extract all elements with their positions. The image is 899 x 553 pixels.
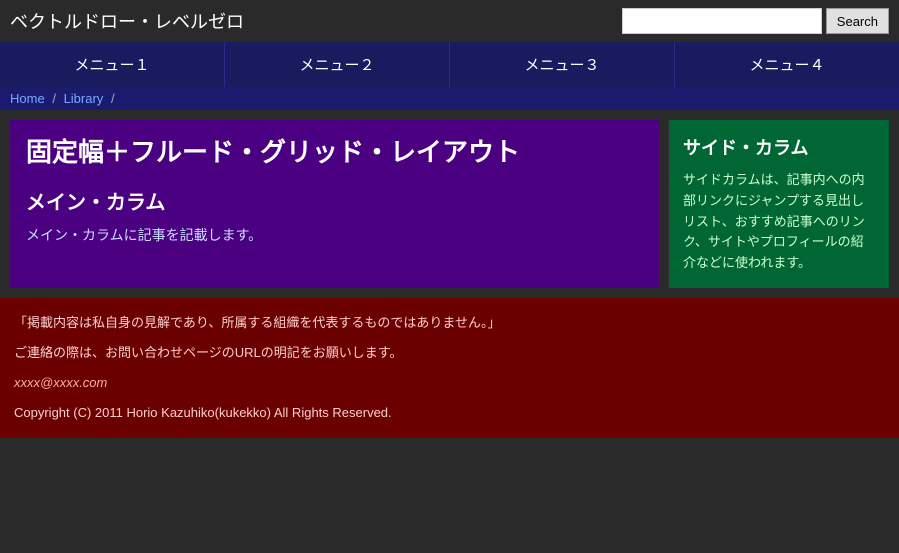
search-form: Search bbox=[622, 8, 889, 34]
breadcrumb: Home / Library / bbox=[0, 87, 899, 110]
footer-copyright: Copyright (C) 2011 Horio Kazuhiko(kukekk… bbox=[14, 400, 885, 426]
side-heading: サイド・カラム bbox=[683, 134, 875, 160]
breadcrumb-separator-2: / bbox=[111, 91, 115, 106]
site-title: ベクトルドロー・レベルゼロ bbox=[10, 8, 244, 34]
main-column: 固定幅＋フルード・グリッド・レイアウト メイン・カラム メイン・カラムに記事を記… bbox=[10, 120, 659, 288]
main-text: メイン・カラムに記事を記載します。 bbox=[26, 225, 643, 245]
nav-item-2[interactable]: メニュー２ bbox=[225, 42, 450, 87]
main-heading: 固定幅＋フルード・グリッド・レイアウト bbox=[26, 136, 643, 170]
breadcrumb-home[interactable]: Home bbox=[10, 91, 45, 106]
nav-item-3[interactable]: メニュー３ bbox=[450, 42, 675, 87]
search-button[interactable]: Search bbox=[826, 8, 889, 34]
footer-disclaimer: 「掲載内容は私自身の見解であり、所属する組織を代表するものではありません。」 bbox=[14, 310, 885, 336]
footer-contact: ご連絡の際は、お問い合わせページのURLの明記をお願いします。 bbox=[14, 340, 885, 366]
side-text: サイドカラムは、記事内への内部リンクにジャンプする見出しリスト、おすすめ記事への… bbox=[683, 170, 875, 274]
content-area: 固定幅＋フルード・グリッド・レイアウト メイン・カラム メイン・カラムに記事を記… bbox=[0, 110, 899, 298]
nav-item-1[interactable]: メニュー１ bbox=[0, 42, 225, 87]
breadcrumb-separator-1: / bbox=[52, 91, 56, 106]
nav-item-4[interactable]: メニュー４ bbox=[675, 42, 899, 87]
breadcrumb-library[interactable]: Library bbox=[64, 91, 104, 106]
nav: メニュー１ メニュー２ メニュー３ メニュー４ bbox=[0, 42, 899, 87]
side-column: サイド・カラム サイドカラムは、記事内への内部リンクにジャンプする見出しリスト、… bbox=[669, 120, 889, 288]
footer-email: xxxx@xxxx.com bbox=[14, 370, 885, 396]
main-subheading: メイン・カラム bbox=[26, 186, 643, 215]
search-input[interactable] bbox=[622, 8, 822, 34]
footer: 「掲載内容は私自身の見解であり、所属する組織を代表するものではありません。」 ご… bbox=[0, 298, 899, 438]
header: ベクトルドロー・レベルゼロ Search bbox=[0, 0, 899, 42]
